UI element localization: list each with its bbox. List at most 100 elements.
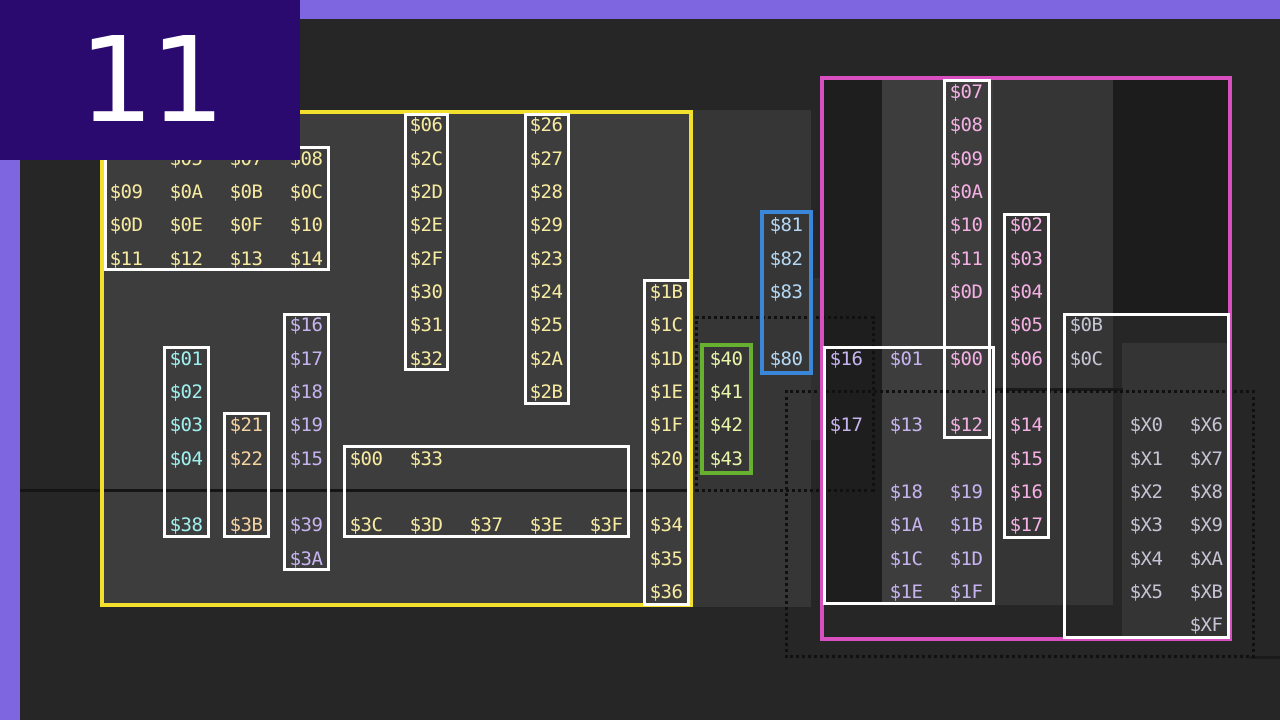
address-label: $33 (409, 448, 443, 470)
address-label: $02 (169, 381, 203, 403)
address-label: $19 (949, 481, 983, 503)
address-label: $15 (1009, 448, 1043, 470)
address-label: $01 (889, 348, 923, 370)
address-label: $2D (409, 181, 443, 203)
address-label: $27 (529, 148, 563, 170)
address-label: $1D (949, 548, 983, 570)
address-label: $04 (169, 448, 203, 470)
address-label: $04 (1009, 281, 1043, 303)
address-label: $30 (409, 281, 443, 303)
address-label: $12 (169, 248, 203, 270)
address-label: $3C (349, 514, 383, 536)
address-label: $10 (949, 214, 983, 236)
address-label: $40 (709, 348, 743, 370)
address-label: $13 (229, 248, 263, 270)
address-label: $0B (229, 181, 263, 203)
address-label: $26 (529, 114, 563, 136)
address-label: $X6 (1189, 414, 1223, 436)
address-label: $1D (649, 348, 683, 370)
address-label: $1E (649, 381, 683, 403)
address-label: $41 (709, 381, 743, 403)
address-label: $00 (349, 448, 383, 470)
address-label: $X4 (1129, 548, 1163, 570)
address-label: $1E (889, 581, 923, 603)
address-label: $0F (229, 214, 263, 236)
address-label: $1F (949, 581, 983, 603)
address-label: $10 (289, 214, 323, 236)
address-label: $38 (169, 514, 203, 536)
address-label: $11 (949, 248, 983, 270)
address-label: $28 (529, 181, 563, 203)
address-label: $1C (649, 314, 683, 336)
address-label: $37 (469, 514, 503, 536)
left-accent-strip (0, 160, 20, 720)
address-label: $16 (289, 314, 323, 336)
address-label: $2A (529, 348, 563, 370)
address-label: $05 (1009, 314, 1043, 336)
address-label: $21 (229, 414, 263, 436)
address-label: $00 (949, 348, 983, 370)
address-label: $19 (289, 414, 323, 436)
address-label: $24 (529, 281, 563, 303)
address-label: $1C (889, 548, 923, 570)
address-label: $03 (1009, 248, 1043, 270)
address-label: $X0 (1129, 414, 1163, 436)
address-label: $22 (229, 448, 263, 470)
address-label: $25 (529, 314, 563, 336)
address-label: $16 (1009, 481, 1043, 503)
address-label: $81 (769, 214, 803, 236)
address-label: $82 (769, 248, 803, 270)
episode-number-badge: 11 (0, 0, 300, 160)
address-label: $09 (109, 181, 143, 203)
address-label: $3E (529, 514, 563, 536)
address-label: $18 (889, 481, 923, 503)
address-label: $X9 (1189, 514, 1223, 536)
address-label: $0A (169, 181, 203, 203)
address-label: $18 (289, 381, 323, 403)
address-label: $12 (949, 414, 983, 436)
address-label: $39 (289, 514, 323, 536)
address-label: $17 (1009, 514, 1043, 536)
address-label: $14 (1009, 414, 1043, 436)
address-label: $3F (589, 514, 623, 536)
address-label: $X7 (1189, 448, 1223, 470)
address-label: $42 (709, 414, 743, 436)
address-label: $0A (949, 181, 983, 203)
address-label: $08 (949, 114, 983, 136)
address-label: $1F (649, 414, 683, 436)
address-label: $0D (109, 214, 143, 236)
address-label: $2F (409, 248, 443, 270)
address-label: $34 (649, 514, 683, 536)
address-label: $XA (1189, 548, 1223, 570)
address-label: $X2 (1129, 481, 1163, 503)
address-label: $23 (529, 248, 563, 270)
top-accent-bar (300, 0, 1280, 19)
address-label: $1B (649, 281, 683, 303)
address-label: $14 (289, 248, 323, 270)
address-label: $20 (649, 448, 683, 470)
address-label: $36 (649, 581, 683, 603)
address-label: $1B (949, 514, 983, 536)
address-label: $32 (409, 348, 443, 370)
address-label: $15 (289, 448, 323, 470)
address-label: $0C (289, 181, 323, 203)
address-label: $03 (169, 414, 203, 436)
address-label: $80 (769, 348, 803, 370)
address-label: $3A (289, 548, 323, 570)
address-label: $09 (949, 148, 983, 170)
address-label: $0B (1069, 314, 1103, 336)
address-label: $31 (409, 314, 443, 336)
address-label: $0D (949, 281, 983, 303)
address-label: $X1 (1129, 448, 1163, 470)
address-label: $01 (169, 348, 203, 370)
address-label: $0E (169, 214, 203, 236)
address-label: $13 (889, 414, 923, 436)
address-label: $29 (529, 214, 563, 236)
address-label: $X3 (1129, 514, 1163, 536)
address-label: $2C (409, 148, 443, 170)
address-label: $83 (769, 281, 803, 303)
address-label: $06 (1009, 348, 1043, 370)
address-label: $XB (1189, 581, 1223, 603)
address-label: $0C (1069, 348, 1103, 370)
address-label: $1A (889, 514, 923, 536)
